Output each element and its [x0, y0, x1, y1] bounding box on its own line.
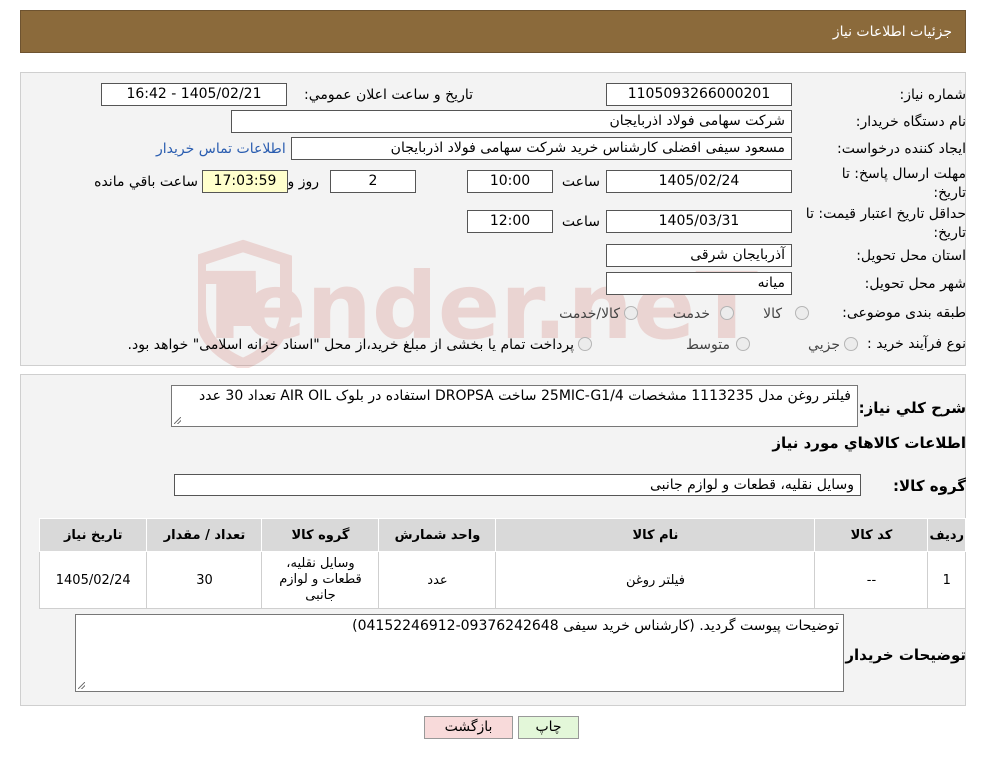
deadline-time-field: 10:00 — [467, 170, 553, 193]
category-radio-service[interactable] — [720, 306, 734, 320]
cell-item-group: وسایل نقلیه، قطعات و لوازم جانبی — [261, 551, 380, 609]
process-radio-medium[interactable] — [736, 337, 750, 351]
col-need-date: تاريخ نياز — [38, 518, 148, 552]
category-option-goods: کالا — [763, 306, 782, 322]
days-word: روز و — [287, 174, 320, 190]
need-number-label: شماره نیاز: — [899, 87, 967, 103]
validity-label-date: تاريخ: — [933, 225, 966, 241]
deadline-date-field: 1405/02/24 — [606, 170, 792, 193]
goods-group-label: گروه کالا: — [893, 477, 966, 495]
creator-label: ايجاد کننده درخواست: — [837, 141, 966, 157]
remaining-word: ساعت باقي مانده — [94, 174, 198, 190]
buyer-notes-label: توضيحات خريدار: — [839, 646, 966, 664]
cell-need-date: 1405/02/24 — [38, 551, 148, 609]
goods-table: رديف کد کالا نام کالا واحد شمارش گروه کا… — [38, 518, 966, 609]
buyer-org-label: نام دستگاه خريدار: — [855, 114, 966, 130]
buyer-contact-link[interactable]: اطلاعات تماس خريدار — [156, 141, 286, 157]
validity-date-field: 1405/03/31 — [606, 210, 792, 233]
process-option-medium: متوسط — [686, 337, 730, 353]
category-option-service: خدمت — [672, 306, 710, 322]
deadline-label: مهلت ارسال پاسخ: تا — [841, 166, 966, 182]
goods-section-title: اطلاعات کالاهاي مورد نياز — [772, 434, 966, 452]
announce-label: تاریخ و ساعت اعلان عمومي: — [304, 87, 473, 103]
province-label: استان محل تحويل: — [856, 248, 966, 264]
deadline-time-word: ساعت — [561, 174, 600, 190]
announce-field: 1405/02/21 - 16:42 — [101, 83, 287, 106]
buyer-org-field: شرکت سهامی فولاد اذربایجان — [231, 110, 792, 133]
city-label: شهر محل تحويل: — [864, 276, 966, 292]
process-option-minor: جزيي — [808, 337, 840, 353]
print-button[interactable]: چاپ — [518, 716, 579, 739]
process-radio-treasury[interactable] — [578, 337, 592, 351]
col-item-code: کد کالا — [814, 518, 929, 552]
description-text: فیلتر روغن مدل 1113235 مشخصات 25MIC-G1/4… — [199, 388, 851, 404]
description-textarea[interactable]: فیلتر روغن مدل 1113235 مشخصات 25MIC-G1/4… — [171, 385, 858, 427]
col-unit: واحد شمارش — [378, 518, 497, 552]
col-item-group: گروه کالا — [261, 518, 380, 552]
need-number-field: 1105093266000201 — [606, 83, 792, 106]
validity-time-word: ساعت — [561, 214, 600, 230]
days-field: 2 — [330, 170, 416, 193]
col-item-name: نام کالا — [495, 518, 816, 552]
validity-label: حداقل تاريخ اعتبار قيمت: تا — [805, 206, 966, 222]
back-button[interactable]: بازگشت — [424, 716, 513, 739]
process-radio-minor[interactable] — [844, 337, 858, 351]
table-row: 1 -- فیلتر روغن عدد وسایل نقلیه، قطعات و… — [38, 551, 966, 609]
description-label: شرح کلي نياز: — [858, 399, 966, 417]
category-radio-goods-service[interactable] — [624, 306, 638, 320]
goods-table-header: رديف کد کالا نام کالا واحد شمارش گروه کا… — [38, 518, 966, 552]
process-note: پرداخت تمام يا بخشی از مبلغ خريد،از محل … — [127, 337, 574, 353]
page-header: جزئیات اطلاعات نیاز — [20, 10, 966, 53]
validity-time-field: 12:00 — [467, 210, 553, 233]
deadline-label-date: تاريخ: — [933, 185, 966, 201]
cell-row-number: 1 — [927, 551, 966, 609]
cell-item-name: فیلتر روغن — [495, 551, 816, 609]
cell-unit: عدد — [378, 551, 497, 609]
category-option-goods-service: کالا/خدمت — [559, 306, 620, 322]
cell-item-code: -- — [814, 551, 929, 609]
page-title: جزئیات اطلاعات نیاز — [832, 24, 952, 40]
category-label: طبقه بندی موضوعی: — [842, 305, 966, 321]
category-radio-goods[interactable] — [795, 306, 809, 320]
buyer-notes-textarea[interactable]: توضیحات پیوست گردید. (کارشناس خرید سیفی … — [75, 614, 844, 692]
resize-grip-icon[interactable] — [78, 682, 85, 689]
buyer-notes-text: توضیحات پیوست گردید. (کارشناس خرید سیفی … — [352, 618, 839, 634]
creator-field: مسعود سیفی افضلی کارشناس خرید شرکت سهامی… — [291, 137, 792, 160]
col-quantity: تعداد / مقدار — [146, 518, 263, 552]
province-field: آذربایجان شرقی — [606, 244, 792, 267]
remaining-time-field: 17:03:59 — [202, 170, 288, 193]
goods-group-field: وسایل نقلیه، قطعات و لوازم جانبی — [174, 474, 861, 496]
city-field: میانه — [606, 272, 792, 295]
resize-grip-icon[interactable] — [174, 417, 181, 424]
process-label: نوع فرآيند خريد : — [867, 336, 966, 352]
cell-quantity: 30 — [146, 551, 263, 609]
col-row-number: رديف — [927, 518, 966, 552]
